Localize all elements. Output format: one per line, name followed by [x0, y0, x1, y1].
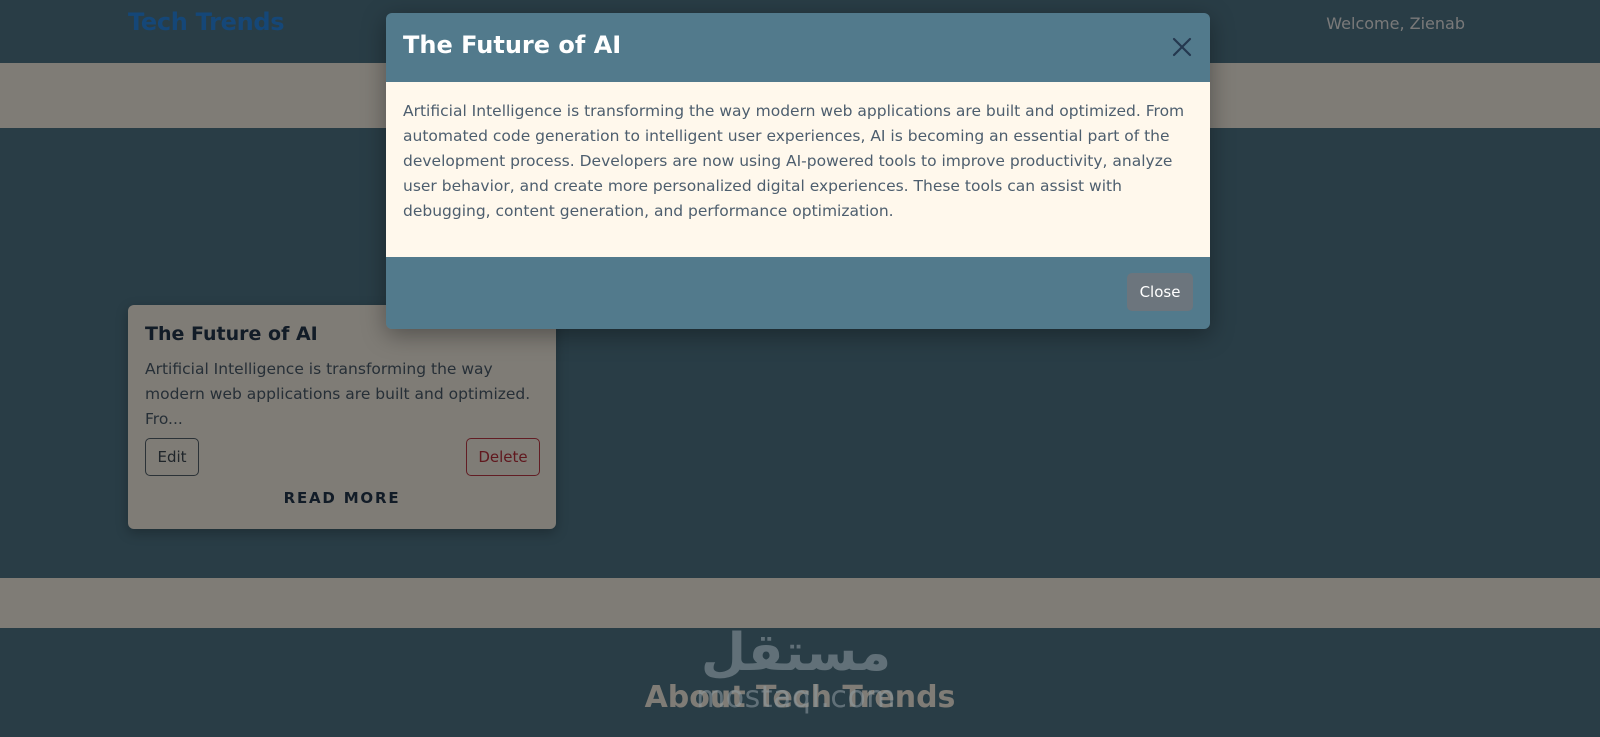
post-modal: The Future of AI Artificial Intelligence…: [386, 13, 1210, 329]
watermark: مستقل mostaql.com: [686, 622, 906, 722]
close-button[interactable]: Close: [1127, 273, 1193, 311]
modal-footer: Close: [386, 257, 1210, 329]
modal-body-text: Artificial Intelligence is transforming …: [403, 102, 1185, 220]
modal-header: The Future of AI: [386, 13, 1210, 82]
modal-body: Artificial Intelligence is transforming …: [386, 82, 1210, 257]
watermark-logo: مستقل: [700, 623, 892, 683]
watermark-url: mostaql.com: [696, 680, 896, 715]
close-icon[interactable]: [1168, 33, 1196, 61]
modal-title: The Future of AI: [403, 31, 622, 59]
